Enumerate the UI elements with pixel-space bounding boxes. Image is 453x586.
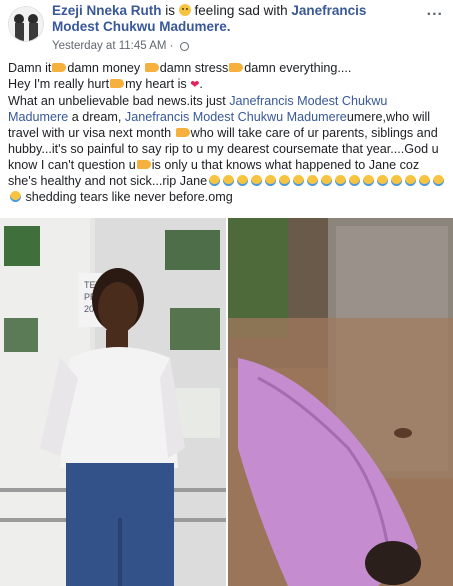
post-title-line: Ezeji Nneka Ruth is feeling sad with Jan… [52, 3, 412, 35]
more-options-icon[interactable]: ... [427, 2, 443, 20]
loudly-crying-emoji-icon [250, 175, 262, 186]
author-name[interactable]: Ezeji Nneka Ruth [52, 3, 162, 18]
loudly-crying-emoji-icon [348, 175, 360, 186]
loudly-crying-emoji-icon [264, 175, 276, 186]
feeling-text: feeling sad with [190, 3, 292, 18]
meta-separator: · [166, 40, 177, 52]
ground-scene-photo [228, 218, 453, 586]
pointing-hand-emoji-icon [175, 128, 190, 137]
loudly-crying-emoji-icon [208, 175, 220, 186]
text-segment: a dream, [68, 110, 125, 124]
tagged-link[interactable]: Janefrancis Modest Chukwu Madumere [125, 110, 347, 124]
post-line-1: Damn it damn money damn stress damn everyt… [8, 60, 448, 76]
woman-portrait-photo: TET PRO 201 [0, 218, 226, 586]
post-line-2: Hey I'm really hurt my heart is ❤. [8, 76, 448, 93]
post-paragraph: What an unbelievable bad news.its just J… [8, 93, 448, 205]
text-segment: my heart is [125, 77, 191, 91]
text-segment: damn everything.... [244, 61, 352, 75]
text-segment: damn money [67, 61, 144, 75]
loudly-crying-emoji-icon [362, 175, 374, 186]
loudly-crying-emoji-icon [418, 175, 430, 186]
loudly-crying-emoji-icon [390, 175, 402, 186]
pointing-hand-emoji-icon [144, 63, 159, 72]
pointing-hand-emoji-icon [110, 79, 125, 88]
loudly-crying-emoji-icon [376, 175, 388, 186]
timestamp[interactable]: Yesterday at 11:45 AM [52, 40, 166, 52]
loudly-crying-emoji-icon [9, 191, 21, 202]
loudly-crying-emoji-icon [292, 175, 304, 186]
loudly-crying-emoji-icon [278, 175, 290, 186]
text-segment: What an unbelievable bad news.its just [8, 94, 230, 108]
photo-left[interactable]: TET PRO 201 [0, 218, 226, 586]
text-segment: Damn it [8, 61, 52, 75]
sad-face-emoji-icon [178, 4, 191, 16]
globe-icon[interactable] [179, 42, 189, 51]
post-body: Damn it damn money damn stress damn everyt… [8, 60, 448, 205]
pointing-hand-emoji-icon [136, 160, 151, 169]
pointing-hand-emoji-icon [229, 63, 244, 72]
loudly-crying-emoji-icon [320, 175, 332, 186]
post-header: Ezeji Nneka Ruth is feeling sad with Jan… [0, 0, 453, 60]
loudly-crying-emoji-icon [306, 175, 318, 186]
loudly-crying-emoji-icon [236, 175, 248, 186]
loudly-crying-emoji-icon [222, 175, 234, 186]
text-segment: . [199, 77, 203, 91]
text-segment: shedding tears like never before.omg [22, 190, 233, 204]
text-segment: Hey I'm really hurt [8, 77, 110, 91]
pointing-hand-emoji-icon [52, 63, 67, 72]
avatar[interactable] [8, 6, 44, 42]
text-segment: damn stress [159, 61, 229, 75]
loudly-crying-emoji-icon [334, 175, 346, 186]
profile-avatar-icon [9, 7, 43, 41]
photo-right[interactable] [228, 218, 453, 586]
loudly-crying-emoji-icon [432, 175, 444, 186]
is-text: is [161, 3, 179, 18]
post-meta: Yesterday at 11:45 AM · [52, 40, 189, 52]
photo-grid: TET PRO 201 [0, 218, 453, 586]
loudly-crying-emoji-icon [404, 175, 416, 186]
